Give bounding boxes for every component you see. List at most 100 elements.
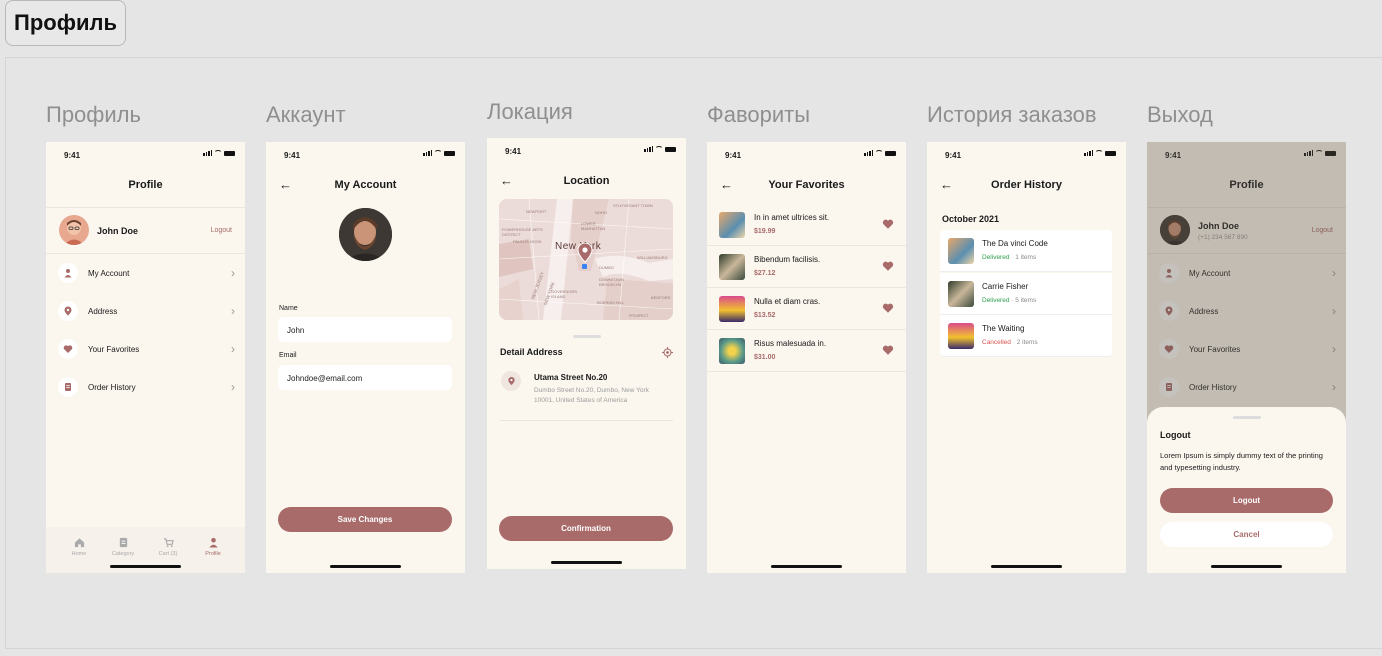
- order-count: 1 items: [1015, 254, 1037, 261]
- map-label: POWERHOUSE ARTS DISTRICT: [502, 227, 543, 237]
- frame-title-logout: Выход: [1147, 102, 1213, 127]
- order-status: Delivered: [982, 254, 1010, 261]
- favorite-item[interactable]: Risus malesuada in. $31.00: [707, 330, 906, 372]
- signal-icons: [423, 150, 455, 156]
- frame-title-location: Локация: [487, 99, 573, 124]
- sheet-grabber[interactable]: [572, 335, 601, 338]
- cancel-button[interactable]: Cancel: [1160, 522, 1333, 547]
- favorite-item[interactable]: Nulla et diam cras. $13.52: [707, 288, 906, 330]
- heart-icon[interactable]: [882, 344, 894, 356]
- menu-item-my-account[interactable]: My Account ›: [58, 262, 235, 284]
- logout-link[interactable]: Logout: [211, 227, 232, 234]
- map-label: DOWNTOWN BROOKLYN: [599, 277, 624, 287]
- heart-icon[interactable]: [882, 302, 894, 314]
- frame-title-account: Аккаунт: [266, 102, 346, 127]
- address-line: Dumbo Street No.20, Dumbo, New York 1000…: [534, 387, 649, 404]
- map-label: GOVERNORS ISLAND: [551, 289, 578, 299]
- book-cover-image: [948, 323, 974, 349]
- status-time: 9:41: [725, 151, 742, 160]
- separator: ·: [1011, 254, 1014, 261]
- location-pin-icon: [577, 243, 593, 263]
- nav-home[interactable]: Home: [59, 537, 99, 557]
- nav-label: Category: [111, 551, 135, 557]
- map-label: BEDFORD: [651, 295, 671, 300]
- map-label: STUYVESANT TOWN: [613, 203, 653, 208]
- name-field[interactable]: John: [278, 317, 452, 342]
- heart-icon[interactable]: [882, 218, 894, 230]
- book-cover-image: [719, 254, 745, 280]
- current-location-marker: [582, 264, 587, 269]
- order-history-screen: 9:41 ← Order History October 2021 The Da…: [927, 142, 1126, 573]
- favorite-item[interactable]: In in amet ultrices sit. $19.99: [707, 204, 906, 246]
- home-indicator: [551, 561, 622, 564]
- book-cover-image: [719, 338, 745, 364]
- user-icon: [58, 263, 78, 283]
- map-label: LOWER MANHATTAN: [581, 221, 606, 231]
- avatar[interactable]: [59, 215, 89, 245]
- heart-icon: [58, 339, 78, 359]
- nav-cart[interactable]: Cart (3): [148, 537, 188, 557]
- item-price: $19.99: [754, 228, 776, 235]
- separator: ·: [1012, 339, 1015, 346]
- heart-icon[interactable]: [882, 260, 894, 272]
- home-indicator: [991, 565, 1062, 568]
- nav-label: Home: [71, 551, 87, 557]
- map-view[interactable]: NEWPORT NOHO STUYVESANT TOWN LOWER MANHA…: [499, 199, 673, 320]
- logout-screen: 9:41 Profile John Doe (+1) 234 567 890 L…: [1147, 142, 1346, 573]
- divider: [46, 207, 245, 208]
- nav-profile[interactable]: Profile: [193, 537, 233, 557]
- signal-icons: [864, 150, 896, 156]
- sheet-grabber[interactable]: [1232, 416, 1261, 419]
- month-heading: October 2021: [942, 214, 1000, 224]
- page-title: Location: [563, 175, 610, 187]
- favorite-item[interactable]: Bibendum facilisis. $27.12: [707, 246, 906, 288]
- confirmation-button[interactable]: Confirmation: [499, 516, 673, 541]
- logout-button[interactable]: Logout: [1160, 488, 1333, 513]
- order-status: Delivered: [982, 297, 1010, 304]
- status-bar: 9:41: [487, 138, 686, 160]
- home-indicator: [110, 565, 181, 568]
- map-label: WILLIAMSBURG: [637, 255, 668, 260]
- avatar[interactable]: [339, 208, 392, 261]
- signal-icons: [203, 150, 235, 156]
- street-name: Utama Street No.20: [534, 373, 608, 382]
- menu-item-order-history[interactable]: Order History ›: [58, 376, 235, 398]
- nav-label: Profile: [205, 551, 221, 557]
- menu-item-label: Your Favorites: [88, 344, 140, 354]
- status-bar: 9:41: [266, 142, 465, 164]
- item-title: Risus malesuada in.: [754, 339, 827, 348]
- profile-screen: 9:41 Profile John Doe Logout My Account …: [46, 142, 245, 573]
- menu-item-label: Order History: [88, 382, 136, 392]
- order-item[interactable]: The Waiting Cancelled · 2 items: [940, 315, 1112, 357]
- order-title: The Waiting: [982, 324, 1025, 333]
- menu-item-favorites[interactable]: Your Favorites ›: [58, 338, 235, 360]
- page-tab[interactable]: Профиль: [5, 0, 126, 46]
- order-item[interactable]: Carrie Fisher Delivered · 5 items: [940, 273, 1112, 315]
- signal-icons: [1084, 150, 1116, 156]
- item-price: $13.52: [754, 312, 776, 319]
- signal-icons: [644, 146, 676, 152]
- location-pin-icon: [501, 371, 521, 391]
- item-price: $27.12: [754, 270, 776, 277]
- status-time: 9:41: [945, 151, 962, 160]
- profile-icon: [208, 537, 218, 548]
- separator: ·: [1011, 297, 1014, 304]
- nav-label: Cart (3): [158, 551, 178, 557]
- save-changes-button[interactable]: Save Changes: [278, 507, 452, 532]
- user-name: John Doe: [97, 226, 139, 236]
- page-title: Profile: [128, 179, 163, 191]
- book-cover-image: [719, 212, 745, 238]
- crosshair-icon[interactable]: [662, 347, 673, 358]
- chevron-right-icon: ›: [231, 266, 235, 280]
- home-indicator: [1211, 565, 1282, 568]
- nav-category[interactable]: Category: [103, 537, 143, 557]
- map-label: BOERUM HILL: [597, 300, 625, 305]
- order-item[interactable]: The Da vinci Code Delivered · 1 items: [940, 230, 1112, 272]
- map-label: DUMBO: [599, 265, 614, 270]
- frame-title-favorites: Фавориты: [707, 102, 811, 127]
- email-field[interactable]: Johndoe@email.com: [278, 365, 452, 390]
- map-label: PROSPECT: [629, 314, 649, 318]
- book-cover-image: [948, 238, 974, 264]
- menu-item-address[interactable]: Address ›: [58, 300, 235, 322]
- receipt-icon: [58, 377, 78, 397]
